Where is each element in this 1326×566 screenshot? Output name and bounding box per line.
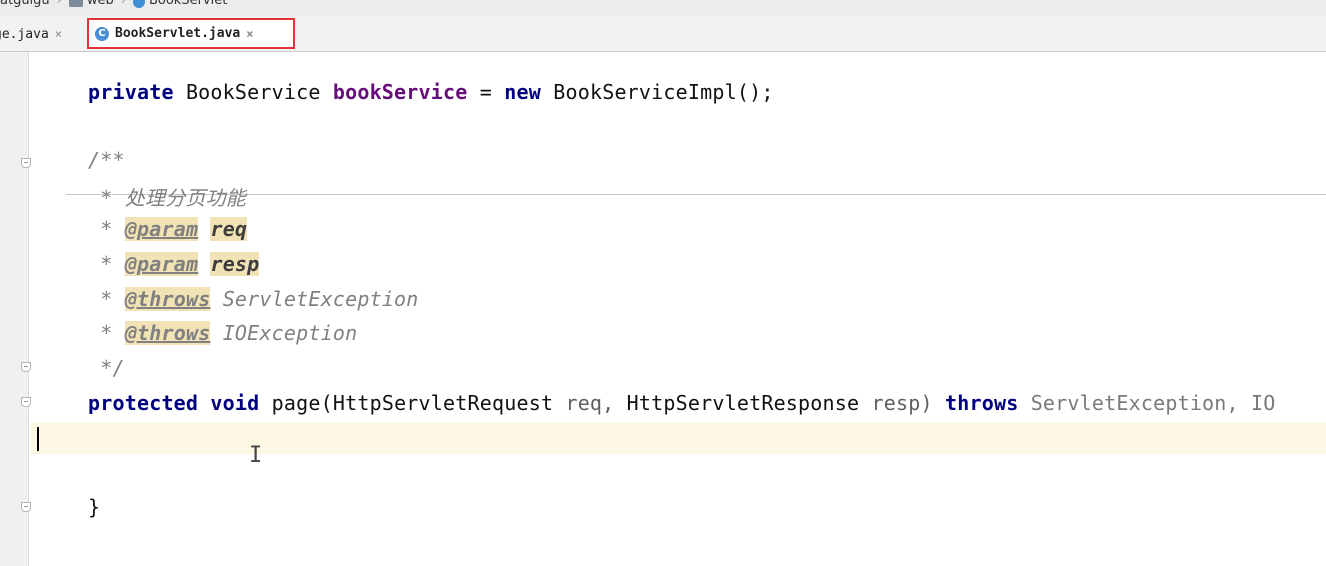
close-icon[interactable]: × (55, 27, 62, 41)
keyword-void: void (210, 391, 260, 415)
javadoc-description-line: * 处理分页功能 (88, 182, 246, 211)
breadcrumb-separator: › (120, 0, 126, 8)
folder-icon (68, 0, 83, 7)
param-type: HttpServletRequest (332, 391, 554, 415)
editor-gutter[interactable] (0, 52, 31, 566)
javadoc-exception-name: IOException (222, 321, 358, 345)
javadoc-star: * (100, 321, 113, 345)
javadoc-close-token: */ (100, 356, 125, 380)
exception-list: ServletException, IO (1030, 391, 1276, 415)
tab-label: BookServlet.java (115, 26, 241, 41)
javadoc-star: * (100, 217, 113, 241)
field-name: bookService (332, 80, 468, 104)
javadoc-param-name: resp (210, 252, 260, 276)
param-name: req, (565, 391, 615, 415)
breadcrumb-item-web[interactable]: web (87, 0, 114, 8)
javadoc-star: * (100, 252, 113, 276)
close-icon[interactable]: × (246, 27, 253, 41)
java-class-icon: C (95, 26, 109, 41)
javadoc-throws-servlet-line: * @throws ServletException (88, 287, 419, 311)
code-line-method-signature: protected void page(HttpServletRequest r… (88, 391, 1276, 415)
tab-label: ge.java (0, 26, 49, 42)
keyword-throws: throws (944, 391, 1019, 415)
code-line-field: private BookService bookService = new Bo… (88, 80, 774, 104)
breadcrumb-item-bookservlet[interactable]: BookServlet (149, 0, 227, 8)
editor-tab-bar: ge.java × C BookServlet.java × (0, 16, 1326, 52)
constructor-call: BookServiceImpl(); (553, 80, 774, 104)
keyword-protected: protected (88, 391, 199, 415)
method-name: page( (271, 391, 333, 415)
method-separator (66, 194, 1326, 195)
keyword-new: new (504, 80, 541, 104)
javadoc-tag-param: @param (124, 252, 199, 276)
keyword-private: private (88, 80, 174, 104)
ibeam-cursor-icon: I (249, 443, 263, 468)
tab-bookservlet-java[interactable]: C BookServlet.java × (87, 18, 295, 49)
javadoc-open: /** (88, 148, 125, 172)
javadoc-tag-param: @param (124, 217, 199, 241)
javadoc-tag-throws: @throws (124, 287, 211, 311)
closing-brace: } (88, 495, 101, 519)
javadoc-exception-name: ServletException (222, 287, 419, 311)
javadoc-star: * (100, 186, 113, 210)
javadoc-param-resp-line: * @param resp (88, 252, 260, 276)
operator: = (479, 80, 492, 104)
javadoc-close: */ (88, 356, 125, 380)
breadcrumb-separator: › (56, 0, 62, 8)
javadoc-param-req-line: * @param req (88, 217, 248, 241)
class-icon (132, 0, 145, 8)
param-name: resp) (871, 391, 933, 415)
code-editor[interactable]: private BookService bookService = new Bo… (30, 52, 1326, 566)
text-caret (37, 427, 39, 451)
breadcrumb: atguigu › web › BookServlet (0, 0, 1326, 17)
javadoc-star: * (100, 287, 113, 311)
javadoc-description: 处理分页功能 (124, 186, 246, 210)
javadoc-throws-io-line: * @throws IOException (88, 321, 357, 345)
javadoc-param-name: req (210, 217, 248, 241)
type-name: BookService (185, 80, 321, 104)
tab-previous-file[interactable]: ge.java × (0, 21, 68, 47)
breadcrumb-item-atguigu[interactable]: atguigu (0, 0, 50, 8)
javadoc-tag-throws: @throws (124, 321, 211, 345)
param-type: HttpServletResponse (626, 391, 860, 415)
